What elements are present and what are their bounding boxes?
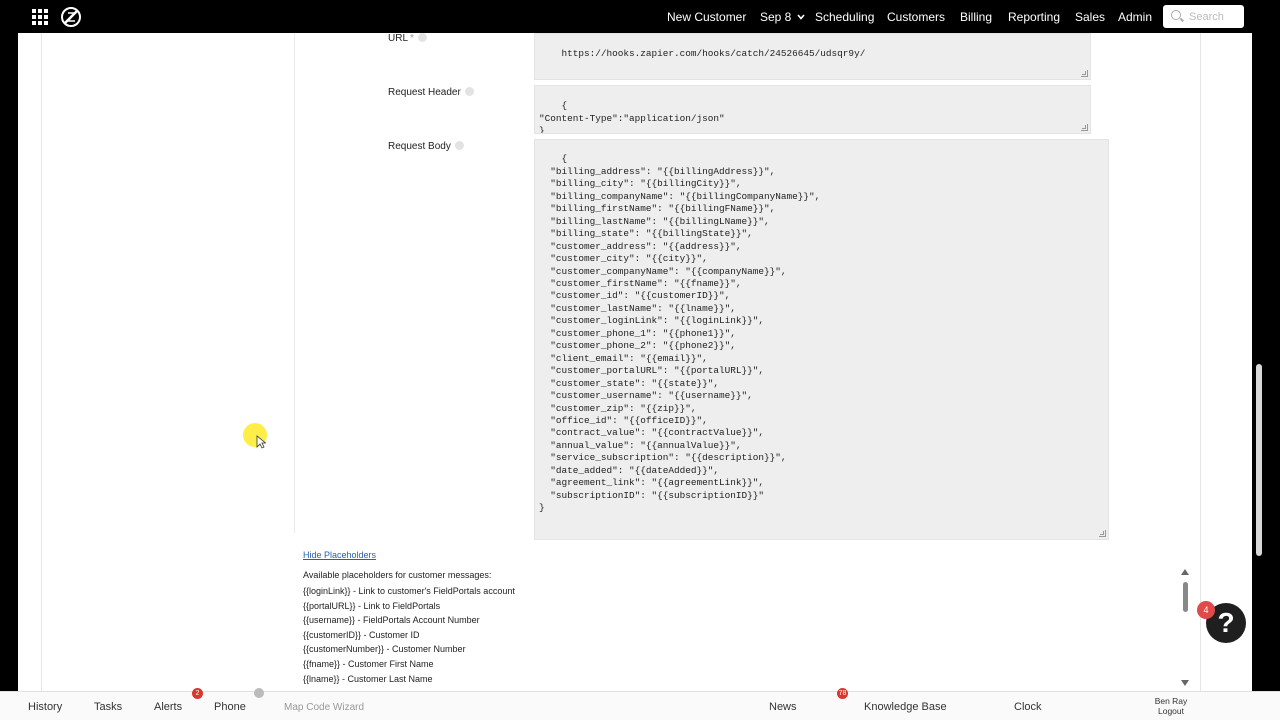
help-icon[interactable]: [417, 33, 427, 42]
left-panel-border: [41, 33, 42, 691]
request-body-label-row: Request Body: [388, 141, 464, 152]
alerts-badge: 2: [192, 688, 203, 699]
nav-admin[interactable]: Admin: [1111, 0, 1159, 33]
url-label-row: URL *: [388, 33, 427, 44]
placeholders-title: Available placeholders for customer mess…: [303, 570, 492, 580]
chevron-down-icon: [797, 14, 805, 20]
placeholders-list: {{loginLink}} - Link to customer's Field…: [303, 584, 515, 686]
nav-reporting[interactable]: Reporting: [1008, 10, 1060, 24]
phone-button[interactable]: Phone: [214, 701, 246, 713]
list-item: {{portalURL}} - Link to FieldPortals: [303, 600, 441, 611]
user-account[interactable]: Ben Ray Logout: [1148, 696, 1194, 717]
news-badge: 78: [837, 688, 848, 699]
resize-handle-icon[interactable]: [1081, 124, 1088, 131]
scroll-down-arrow-icon[interactable]: [1181, 680, 1189, 686]
nav-billing[interactable]: Billing: [960, 10, 992, 24]
clock-button[interactable]: Clock: [1014, 701, 1042, 713]
nav-sales[interactable]: Sales: [1075, 10, 1105, 24]
phone-status-dot: [254, 688, 264, 698]
url-value: https://hooks.zapier.com/hooks/catch/245…: [561, 48, 866, 60]
news-button[interactable]: News: [769, 701, 797, 713]
company-logo-icon[interactable]: [60, 6, 82, 28]
request-header-value: { "Content-Type":"application/json" }: [539, 100, 725, 134]
search-box[interactable]: [1163, 5, 1244, 28]
mouse-pointer-icon: [256, 435, 266, 449]
nav-customers[interactable]: Customers: [887, 10, 945, 24]
nav-scheduling[interactable]: Scheduling: [815, 10, 874, 24]
knowledge-base-button[interactable]: Knowledge Base: [864, 701, 947, 713]
resize-handle-icon[interactable]: [1099, 530, 1106, 537]
nav-date-dropdown[interactable]: Sep 8: [760, 10, 805, 24]
list-item: {{customerID}} - Customer ID: [303, 629, 420, 640]
request-header-label-row: Request Header: [388, 87, 474, 98]
map-code-wizard-button[interactable]: Map Code Wizard: [284, 702, 364, 713]
url-field[interactable]: https://hooks.zapier.com/hooks/catch/245…: [534, 33, 1091, 80]
nav-new-customer[interactable]: New Customer: [667, 10, 746, 24]
inner-scrollbar-thumb[interactable]: [1183, 582, 1188, 612]
request-body-value: { "billing_address": "{{billingAddress}}…: [539, 153, 821, 514]
resize-handle-icon[interactable]: [1081, 70, 1088, 77]
list-item: {{lname}} - Customer Last Name: [303, 673, 433, 684]
alerts-button[interactable]: Alerts: [154, 701, 182, 713]
question-mark-icon: ?: [1217, 607, 1235, 638]
logout-link[interactable]: Logout: [1148, 706, 1194, 717]
column-divider: [294, 33, 295, 533]
history-button[interactable]: History: [28, 701, 62, 713]
help-notification-badge: 4: [1197, 601, 1215, 619]
list-item: {{loginLink}} - Link to customer's Field…: [303, 586, 515, 596]
search-input[interactable]: [1189, 8, 1241, 25]
list-item: {{customerNumber}} - Customer Number: [303, 644, 466, 655]
right-panel-border: [1200, 33, 1201, 691]
list-item: {{fname}} - Customer First Name: [303, 658, 434, 669]
help-icon[interactable]: [454, 141, 464, 150]
required-marker: *: [410, 33, 414, 44]
request-header-field[interactable]: { "Content-Type":"application/json" }: [534, 85, 1091, 134]
help-icon[interactable]: [464, 87, 474, 96]
top-navigation-bar: New Customer Sep 8 Scheduling Customers …: [0, 0, 1280, 33]
request-body-field[interactable]: { "billing_address": "{{billingAddress}}…: [534, 139, 1109, 540]
list-item: {{username}} - FieldPortals Account Numb…: [303, 615, 480, 626]
search-icon: [1171, 10, 1181, 20]
main-content: URL * https://hooks.zapier.com/hooks/catc…: [18, 33, 1252, 691]
app-grid-icon[interactable]: [32, 9, 48, 25]
request-body-label: Request Body: [388, 141, 451, 152]
scroll-up-arrow-icon[interactable]: [1181, 569, 1189, 575]
url-label: URL: [388, 33, 409, 44]
nav-date-label: Sep 8: [760, 10, 792, 24]
tasks-button[interactable]: Tasks: [94, 701, 122, 713]
page-scrollbar-thumb[interactable]: [1256, 364, 1262, 556]
hide-placeholders-link[interactable]: Hide Placeholders: [303, 550, 376, 560]
page-scrollbar-track: [1252, 33, 1280, 691]
request-header-label: Request Header: [388, 87, 461, 98]
